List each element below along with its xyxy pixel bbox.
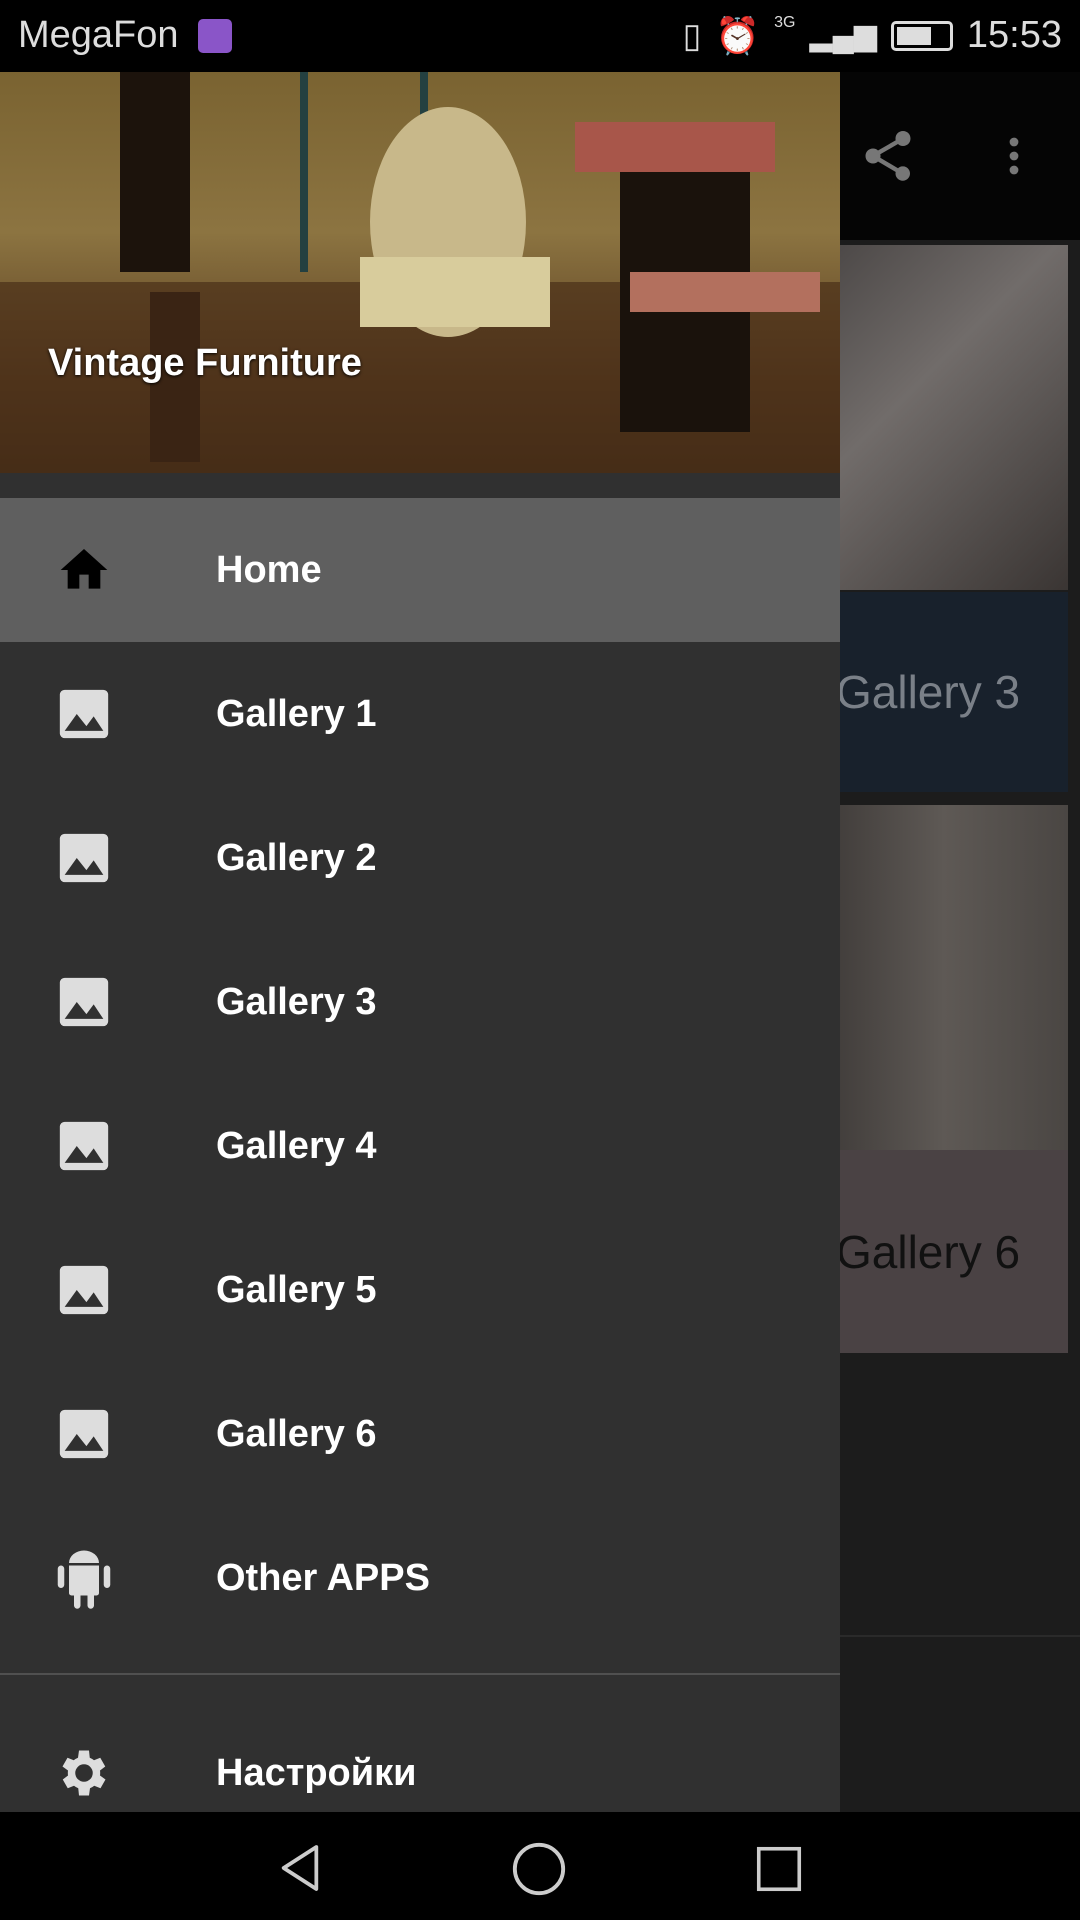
clock: 15:53 (966, 14, 1062, 56)
drawer-item-gallery-1[interactable]: Gallery 1 (0, 642, 840, 786)
drawer-item-gallery-6[interactable]: Gallery 6 (0, 1362, 840, 1506)
image-icon (54, 828, 114, 888)
share-icon[interactable] (858, 124, 918, 188)
image-icon (54, 684, 114, 744)
drawer-item-gallery-4[interactable]: Gallery 4 (0, 1074, 840, 1218)
gallery-card-label[interactable]: Gallery 6 (820, 1150, 1068, 1353)
drawer-item-gallery-3[interactable]: Gallery 3 (0, 930, 840, 1074)
network-type: 3G (774, 14, 796, 31)
status-bar: MegaFon ▯ ⏰ 3G ▂▄▆ 15:53 (0, 0, 1080, 72)
drawer-item-other-apps[interactable]: Other APPS (0, 1506, 840, 1650)
home-circle-icon[interactable] (510, 1840, 568, 1898)
home-icon (54, 540, 114, 600)
system-nav-bar (0, 1812, 1080, 1920)
vibrate-icon: ▯ (682, 16, 702, 55)
drawer-item-settings[interactable]: Настройки (0, 1701, 840, 1812)
drawer-item-gallery-5[interactable]: Gallery 5 (0, 1218, 840, 1362)
more-vert-icon[interactable] (990, 124, 1038, 188)
notification-gallery-icon (198, 19, 232, 53)
gallery-card-image[interactable] (820, 805, 1068, 1150)
divider (840, 1635, 1080, 1637)
recents-icon[interactable] (752, 1842, 806, 1896)
signal-icon: ▂▄▆ (809, 19, 877, 52)
drawer-item-home[interactable]: Home (0, 498, 840, 642)
image-icon (54, 1116, 114, 1176)
image-icon (54, 1404, 114, 1464)
image-icon (54, 972, 114, 1032)
back-icon[interactable] (272, 1840, 328, 1896)
battery-icon (890, 20, 953, 51)
drawer-header-title: Vintage Furniture (48, 342, 362, 384)
android-icon (54, 1548, 114, 1609)
gear-icon (54, 1743, 114, 1803)
drawer-divider (0, 1673, 840, 1675)
image-icon (54, 1260, 114, 1320)
alarm-icon: ⏰ (715, 14, 761, 56)
drawer-header-image: Vintage Furniture (0, 72, 840, 473)
gallery-card-label[interactable]: Gallery 3 (820, 592, 1068, 792)
navigation-drawer: Vintage Furniture Home Gallery 1 Gallery… (0, 72, 840, 1812)
drawer-item-gallery-2[interactable]: Gallery 2 (0, 786, 840, 930)
carrier-name: MegaFon (18, 14, 179, 56)
gallery-card-image[interactable] (820, 245, 1068, 590)
chairs-illustration (0, 72, 840, 473)
